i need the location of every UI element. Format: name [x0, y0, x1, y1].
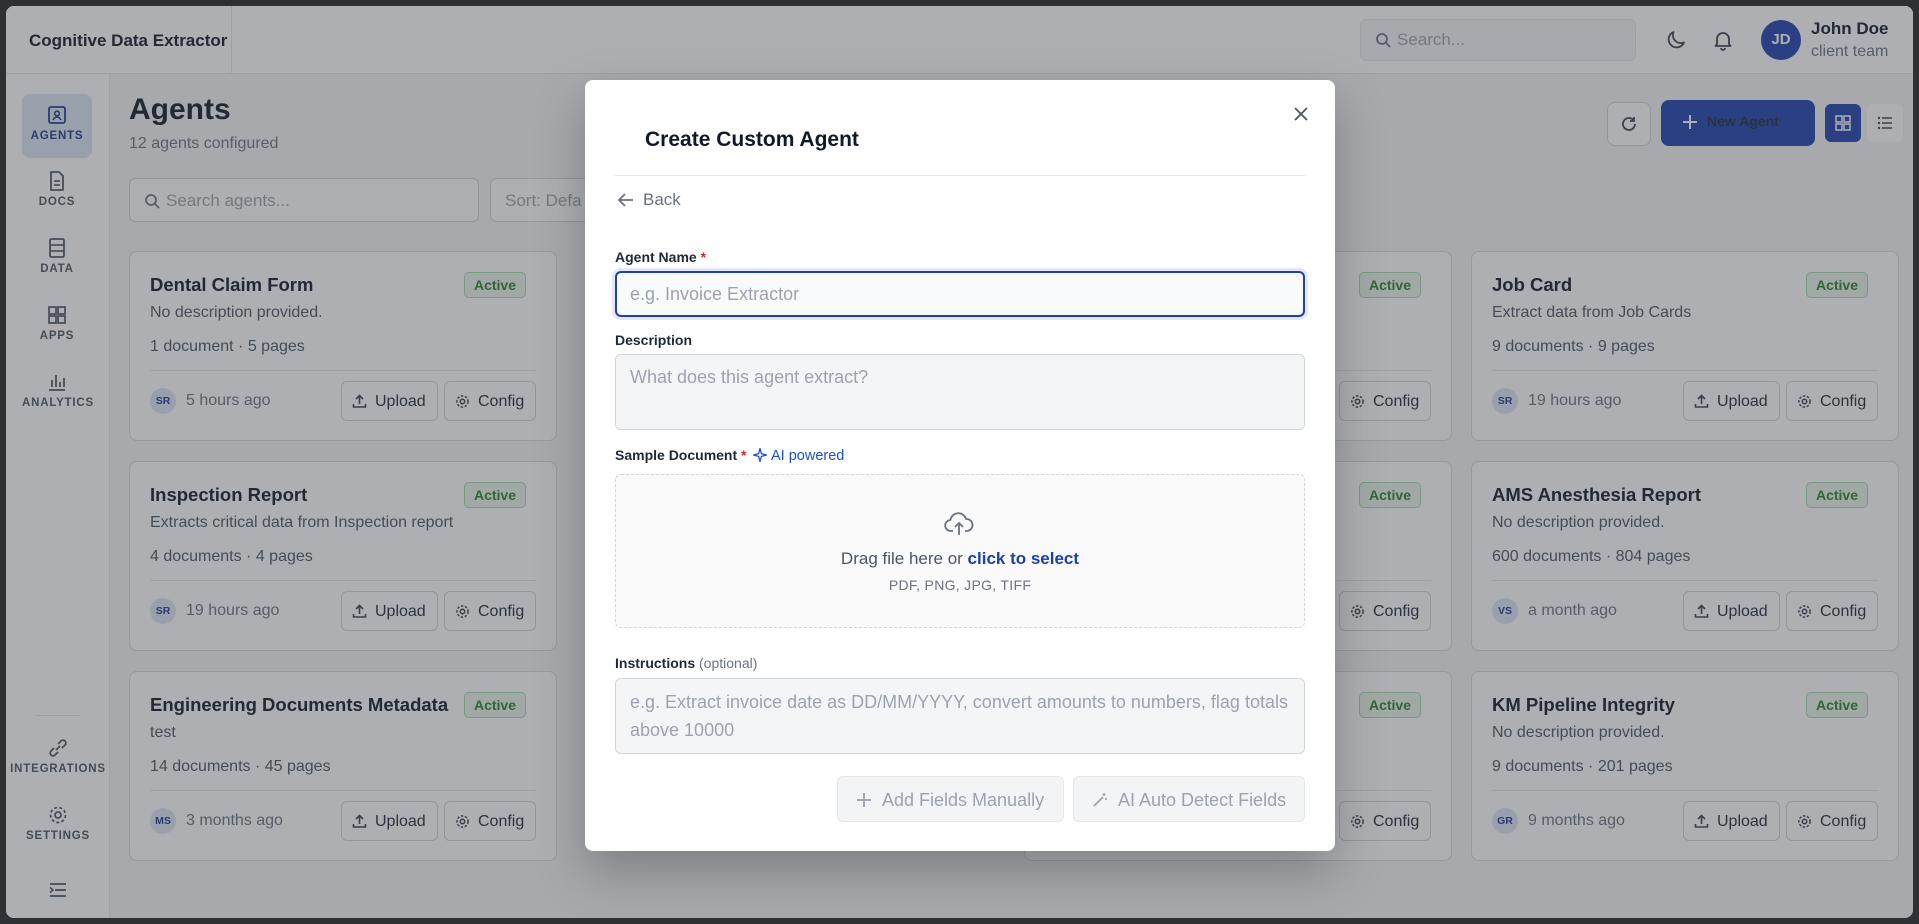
- sparkle-icon: [752, 447, 768, 463]
- add-fields-manually-button[interactable]: Add Fields Manually: [837, 776, 1064, 822]
- close-icon[interactable]: [1291, 104, 1311, 124]
- file-dropzone[interactable]: Drag file here or click to select PDF, P…: [615, 474, 1305, 628]
- auto-detect-label: AI Auto Detect Fields: [1118, 790, 1287, 810]
- agent-name-label-text: Agent Name: [615, 249, 697, 265]
- back-button[interactable]: Back: [615, 187, 685, 213]
- modal-title: Create Custom Agent: [645, 128, 859, 151]
- click-to-select-link[interactable]: click to select: [968, 549, 1080, 568]
- description-input[interactable]: [615, 354, 1305, 430]
- sample-document-label-text: Sample Document: [615, 447, 738, 463]
- dropzone-formats: PDF, PNG, JPG, TIFF: [888, 577, 1032, 593]
- optional-tag: (optional): [699, 655, 758, 671]
- instructions-label-text: Instructions: [615, 655, 696, 671]
- cloud-upload-icon: [944, 512, 974, 535]
- dropzone-prompt: Drag file here or: [840, 549, 968, 568]
- ai-powered-label: AI powered: [771, 448, 845, 464]
- add-fields-label: Add Fields Manually: [882, 790, 1045, 810]
- arrow-left-icon: [617, 193, 633, 207]
- sample-document-label: Sample Document *: [615, 447, 746, 463]
- create-agent-modal: Create Custom Agent Back Agent Name * De…: [585, 80, 1335, 851]
- modal-divider: [615, 175, 1305, 176]
- ai-auto-detect-button[interactable]: AI Auto Detect Fields: [1073, 776, 1305, 822]
- description-label: Description: [615, 332, 693, 348]
- plus-icon: [857, 793, 871, 807]
- ai-powered-badge: AI powered: [752, 447, 845, 464]
- agent-name-label: Agent Name *: [615, 249, 706, 265]
- instructions-input[interactable]: [615, 678, 1305, 754]
- required-mark: *: [741, 447, 747, 463]
- magic-wand-icon: [1093, 793, 1107, 807]
- agent-name-input[interactable]: [615, 271, 1305, 317]
- back-label: Back: [643, 190, 681, 209]
- app-window: Cognitive Data Extractor JD John Doe cli…: [6, 6, 1913, 918]
- required-mark: *: [700, 249, 707, 265]
- instructions-label: Instructions (optional): [615, 655, 757, 671]
- dropzone-text: Drag file here or click to select: [616, 549, 1304, 569]
